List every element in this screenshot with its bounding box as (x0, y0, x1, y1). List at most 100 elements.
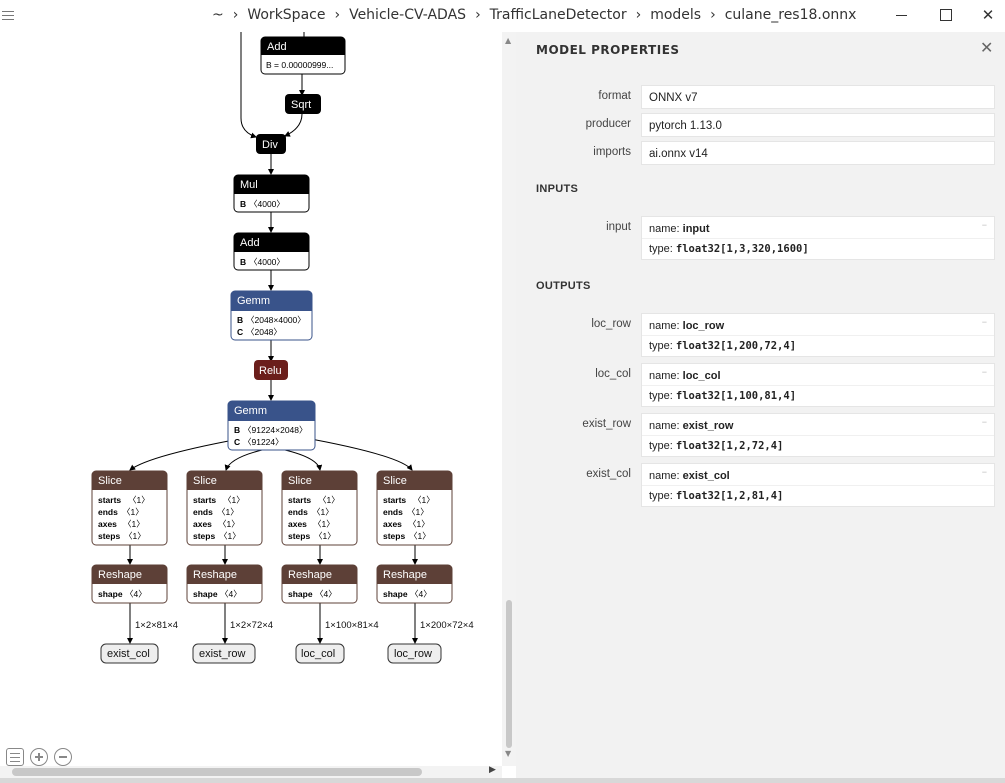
node-op-label: Reshape (383, 569, 427, 581)
panel-title: MODEL PROPERTIES (536, 43, 680, 57)
scroll-up-icon[interactable]: ▲ (505, 36, 511, 45)
breadcrumb-item-current[interactable]: culane_res18.onnx (725, 7, 857, 23)
node-reshape[interactable]: Reshape shape 〈4〉 (91, 564, 168, 604)
node-op-label: Div (262, 139, 278, 151)
output-details[interactable]: name: loc_row type: float32[1,200,72,4] … (641, 313, 995, 357)
property-label: producer (585, 118, 631, 130)
io-type: float32[1,3,320,1600] (675, 243, 809, 255)
property-value: pytorch 1.13.0 (641, 113, 995, 137)
output-details[interactable]: name: loc_col type: float32[1,100,81,4] … (641, 363, 995, 407)
list-icon[interactable] (6, 748, 24, 766)
window-close-button[interactable]: ✕ (978, 5, 998, 25)
edge-shape-label: 1×100×81×4 (325, 620, 379, 631)
expand-icon[interactable]: − (982, 417, 987, 427)
graph-canvas[interactable]: Add B = 0.00000999... Sqrt Div Mul B 〈40… (0, 32, 502, 766)
input-details[interactable]: name: input type: float32[1,3,320,1600] … (641, 216, 995, 260)
io-name: loc_col (682, 370, 721, 382)
zoom-in-icon[interactable] (30, 748, 48, 766)
node-attr-value: 〈1〉 (408, 519, 430, 529)
node-attr-value: 〈4000〉 (249, 257, 285, 267)
node-attr-key: axes (383, 519, 402, 529)
node-sqrt[interactable]: Sqrt (285, 94, 321, 114)
node-reshape[interactable]: Reshape shape 〈4〉 (186, 564, 263, 604)
node-attr-value: 〈1〉 (128, 495, 150, 505)
node-attr-key: ends (193, 507, 213, 517)
node-attr-value: 〈4000〉 (249, 199, 285, 209)
input-label: input (606, 221, 631, 233)
node-add-top[interactable]: Add B = 0.00000999... (260, 36, 346, 75)
node-attr-key: B (240, 199, 246, 209)
node-attr-value: 〈1〉 (123, 519, 145, 529)
node-op-label: Slice (288, 475, 312, 487)
node-op-label: Reshape (288, 569, 332, 581)
breadcrumb-item[interactable]: ~ (212, 7, 224, 23)
title-bar: ~ › WorkSpace › Vehicle-CV-ADAS › TrafficLaneD… (0, 0, 1005, 32)
node-gemm[interactable]: Gemm B 〈91224×2048〉 C 〈91224〉 (227, 400, 316, 451)
hamburger-menu-icon[interactable] (2, 8, 14, 22)
minimize-button[interactable] (892, 5, 912, 25)
zoom-out-icon[interactable] (54, 748, 72, 766)
maximize-button[interactable] (936, 5, 956, 25)
name-prefix: name: (649, 470, 683, 482)
scroll-right-icon[interactable]: ▶ (489, 765, 496, 775)
branch-1: Slice starts 〈1〉 ends 〈1〉 axes 〈1〉 steps 〈1〉… (186, 470, 273, 664)
node-relu[interactable]: Relu (254, 360, 288, 380)
output-node[interactable]: loc_row (387, 643, 442, 664)
scrollbar-thumb[interactable] (506, 600, 512, 748)
name-prefix: name: (649, 370, 683, 382)
node-attr-value: 〈1〉 (217, 507, 239, 517)
breadcrumb-item[interactable]: TrafficLaneDetector (490, 7, 627, 23)
node-op-label: Slice (383, 475, 407, 487)
node-slice[interactable]: Slice starts 〈1〉 ends 〈1〉 axes 〈1〉 steps 〈1〉 (281, 470, 358, 546)
vertical-scrollbar[interactable]: ▲ ▼ (502, 32, 516, 766)
output-label: exist_col (586, 468, 631, 480)
node-gemm[interactable]: Gemm B 〈2048×4000〉 C 〈2048〉 (230, 290, 313, 341)
node-attr-key: shape (98, 589, 123, 599)
name-prefix: name: (649, 420, 683, 432)
node-attr-key: ends (383, 507, 403, 517)
node-op-label: Slice (193, 475, 217, 487)
node-add[interactable]: Add B 〈4000〉 (233, 232, 310, 271)
edge-shape-label: 1×2×72×4 (230, 620, 273, 631)
expand-icon[interactable]: − (982, 317, 987, 327)
output-label: exist_row (582, 418, 631, 430)
node-reshape[interactable]: Reshape shape 〈4〉 (281, 564, 358, 604)
scroll-down-icon[interactable]: ▼ (505, 749, 511, 758)
expand-icon[interactable]: − (982, 467, 987, 477)
node-slice[interactable]: Slice starts 〈1〉 ends 〈1〉 axes 〈1〉 steps 〈1〉 (91, 470, 168, 546)
property-value: ONNX v7 (641, 85, 995, 109)
breadcrumb-item[interactable]: Vehicle-CV-ADAS (349, 7, 466, 23)
node-op-label: Add (267, 41, 287, 53)
node-attr-key: steps (98, 531, 120, 541)
close-icon[interactable]: ✕ (980, 38, 993, 57)
node-attr-key: starts (98, 495, 121, 505)
type-prefix: type: (649, 440, 676, 452)
type-prefix: type: (649, 390, 676, 402)
output-node[interactable]: exist_col (100, 643, 159, 664)
horizontal-scrollbar[interactable]: ▶ (0, 765, 502, 778)
chevron-right-icon: › (710, 7, 716, 23)
expand-icon[interactable]: − (982, 220, 987, 230)
branch-0: Slice starts 〈1〉 ends 〈1〉 axes 〈1〉 steps 〈1〉… (91, 470, 178, 664)
node-attr-key: steps (383, 531, 405, 541)
scrollbar-thumb[interactable] (12, 768, 422, 776)
node-mul[interactable]: Mul B 〈4000〉 (233, 174, 310, 213)
output-node[interactable]: loc_col (295, 643, 345, 664)
output-label: loc_row (591, 318, 631, 330)
expand-icon[interactable]: − (982, 367, 987, 377)
node-attr-value: 〈4〉 (220, 589, 242, 599)
node-attr-value: 〈4〉 (125, 589, 147, 599)
node-slice[interactable]: Slice starts 〈1〉 ends 〈1〉 axes 〈1〉 steps 〈1〉 (376, 470, 453, 546)
breadcrumb-item[interactable]: models (650, 7, 701, 23)
node-op-label: Sqrt (291, 99, 311, 111)
node-attr-key: C (234, 437, 240, 447)
output-details[interactable]: name: exist_row type: float32[1,2,72,4] … (641, 413, 995, 457)
node-slice[interactable]: Slice starts 〈1〉 ends 〈1〉 axes 〈1〉 steps 〈1〉 (186, 470, 263, 546)
io-name: loc_row (682, 320, 725, 332)
output-details[interactable]: name: exist_col type: float32[1,2,81,4] … (641, 463, 995, 507)
node-div[interactable]: Div (256, 134, 286, 154)
chevron-right-icon: › (635, 7, 642, 23)
breadcrumb-item[interactable]: WorkSpace (247, 7, 325, 23)
node-reshape[interactable]: Reshape shape 〈4〉 (376, 564, 453, 604)
output-node[interactable]: exist_row (192, 643, 256, 664)
